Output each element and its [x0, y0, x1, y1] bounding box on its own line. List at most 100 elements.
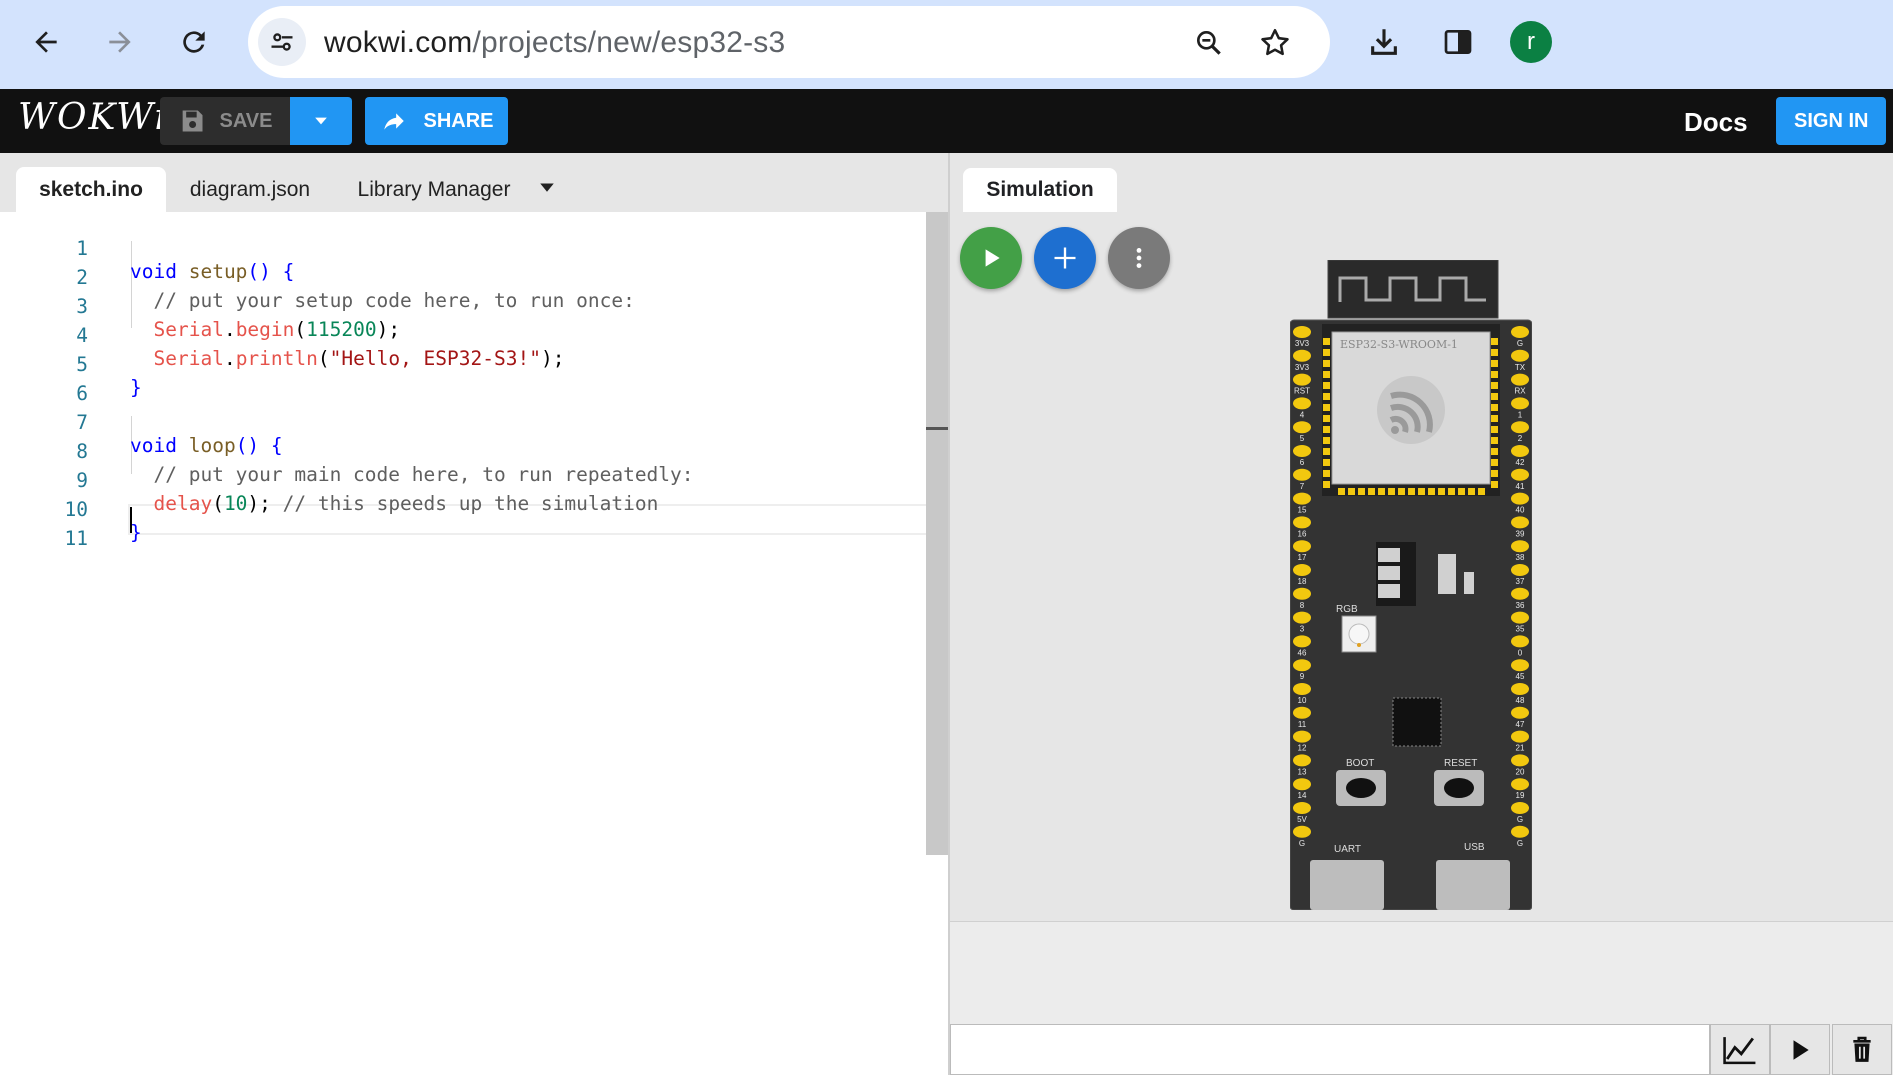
right-pin-15[interactable] [1511, 683, 1529, 695]
left-pin-16[interactable] [1293, 706, 1311, 719]
code-line: 6 [0, 359, 926, 405]
left-pin-3[interactable] [1293, 397, 1311, 410]
share-button[interactable]: SHARE [365, 97, 508, 145]
right-pin-label: 47 [1516, 720, 1525, 729]
right-pin-label: RX [1514, 387, 1526, 396]
esp32-s3-devkit-board[interactable]: ESP32-S3-WROOM-1 RGB BOOT RESET UART USB… [1289, 259, 1533, 911]
right-pin-1[interactable] [1511, 349, 1529, 362]
left-pin-9[interactable] [1293, 540, 1311, 553]
code-line: 11 [0, 504, 926, 550]
left-pin-14[interactable] [1293, 659, 1311, 672]
serial-input-field[interactable] [950, 1024, 1710, 1075]
start-simulation-button[interactable] [960, 227, 1022, 289]
left-pin-13[interactable] [1293, 635, 1311, 648]
serial-play-button[interactable] [1770, 1024, 1830, 1075]
right-pin-label: 19 [1516, 791, 1525, 800]
right-pin-4[interactable] [1511, 421, 1529, 434]
left-pin-18[interactable] [1293, 754, 1311, 767]
right-pin-19[interactable] [1511, 778, 1529, 791]
left-pin-10[interactable] [1293, 564, 1311, 576]
code-editor[interactable]: 1 void setup() { 2 // put your setup cod… [0, 212, 946, 1075]
left-pin-21[interactable] [1293, 825, 1311, 838]
right-pin-18[interactable] [1511, 754, 1529, 767]
reload-icon [183, 31, 205, 53]
site-info-button[interactable] [258, 18, 306, 66]
left-pin-label: 3V3 [1295, 339, 1310, 348]
sign-in-button[interactable]: SIGN IN [1776, 97, 1887, 145]
left-pin-label: 3 [1300, 625, 1305, 634]
right-pin-0[interactable] [1511, 326, 1529, 338]
bookmark-button[interactable] [1256, 24, 1294, 62]
save-dropdown-button[interactable] [290, 97, 352, 145]
save-button[interactable]: SAVE [160, 97, 290, 145]
left-pin-label: 15 [1298, 506, 1307, 515]
left-pin-11[interactable] [1293, 587, 1311, 600]
right-pin-16[interactable] [1511, 706, 1529, 719]
url-text[interactable]: wokwi.com/projects/new/esp32-s3 [324, 26, 785, 60]
left-pin-label: 4 [1300, 410, 1305, 419]
left-pin-7[interactable] [1293, 492, 1311, 505]
tab-sketch-ino[interactable]: sketch.ino [16, 167, 166, 212]
left-pin-17[interactable] [1293, 730, 1311, 743]
left-pin-5[interactable] [1293, 445, 1311, 457]
docs-link[interactable]: Docs [1684, 107, 1748, 138]
right-pin-10[interactable] [1511, 564, 1529, 576]
save-button-group: SAVE [160, 97, 352, 145]
clear-serial-button[interactable] [1832, 1024, 1892, 1075]
left-pin-label: G [1299, 839, 1305, 848]
left-pin-20[interactable] [1293, 802, 1311, 814]
left-pin-12[interactable] [1293, 611, 1311, 624]
zoom-button[interactable] [1190, 24, 1228, 62]
tabs-menu-button[interactable] [538, 181, 556, 200]
right-pin-20[interactable] [1511, 802, 1529, 814]
forward-button[interactable] [96, 18, 144, 66]
back-button[interactable] [22, 18, 70, 66]
play-icon [985, 249, 1000, 267]
downloads-button[interactable] [1360, 18, 1408, 66]
right-pin-11[interactable] [1511, 587, 1529, 600]
right-pin-label: 41 [1516, 482, 1525, 491]
trash-icon [1853, 1036, 1871, 1062]
more-options-button[interactable] [1108, 227, 1170, 289]
side-panel-button[interactable] [1434, 18, 1482, 66]
right-pin-9[interactable] [1511, 540, 1529, 553]
right-pin-8[interactable] [1511, 516, 1529, 529]
right-pin-6[interactable] [1511, 468, 1529, 481]
code-line: 10 } [0, 475, 926, 544]
left-pin-label: 17 [1298, 553, 1307, 562]
right-pin-2[interactable] [1511, 373, 1529, 386]
left-pin-8[interactable] [1293, 516, 1311, 529]
add-part-button[interactable] [1034, 227, 1096, 289]
left-pin-0[interactable] [1293, 326, 1311, 338]
tab-simulation[interactable]: Simulation [963, 168, 1117, 212]
left-pin-4[interactable] [1293, 421, 1311, 434]
left-pin-15[interactable] [1293, 683, 1311, 695]
profile-avatar[interactable]: r [1510, 21, 1552, 63]
reload-button[interactable] [170, 18, 218, 66]
left-pin-6[interactable] [1293, 468, 1311, 481]
left-pin-2[interactable] [1293, 373, 1311, 386]
tab-diagram-json[interactable]: diagram.json [178, 167, 322, 212]
right-pin-label: 39 [1516, 529, 1525, 538]
left-pin-label: 6 [1300, 458, 1305, 467]
right-pin-13[interactable] [1511, 635, 1529, 648]
left-pin-1[interactable] [1293, 349, 1311, 362]
right-pin-label: 48 [1516, 696, 1525, 705]
right-pin-3[interactable] [1511, 397, 1529, 410]
plotter-button[interactable] [1710, 1024, 1770, 1075]
editor-scrollbar[interactable] [926, 212, 948, 855]
save-label: SAVE [219, 109, 273, 132]
wokwi-logo[interactable]: WOKWi [18, 97, 168, 138]
right-pin-21[interactable] [1511, 825, 1529, 838]
code-line: 3 Serial.begin(115200); [0, 272, 926, 341]
right-pin-14[interactable] [1511, 659, 1529, 672]
right-pin-7[interactable] [1511, 492, 1529, 505]
forward-icon [109, 31, 131, 53]
left-pin-label: 13 [1298, 767, 1307, 776]
right-pin-17[interactable] [1511, 730, 1529, 743]
left-pin-19[interactable] [1293, 778, 1311, 791]
tab-library-manager[interactable]: Library Manager [344, 167, 524, 212]
right-pin-12[interactable] [1511, 611, 1529, 624]
address-bar[interactable]: wokwi.com/projects/new/esp32-s3 [248, 6, 1330, 78]
right-pin-5[interactable] [1511, 445, 1529, 457]
